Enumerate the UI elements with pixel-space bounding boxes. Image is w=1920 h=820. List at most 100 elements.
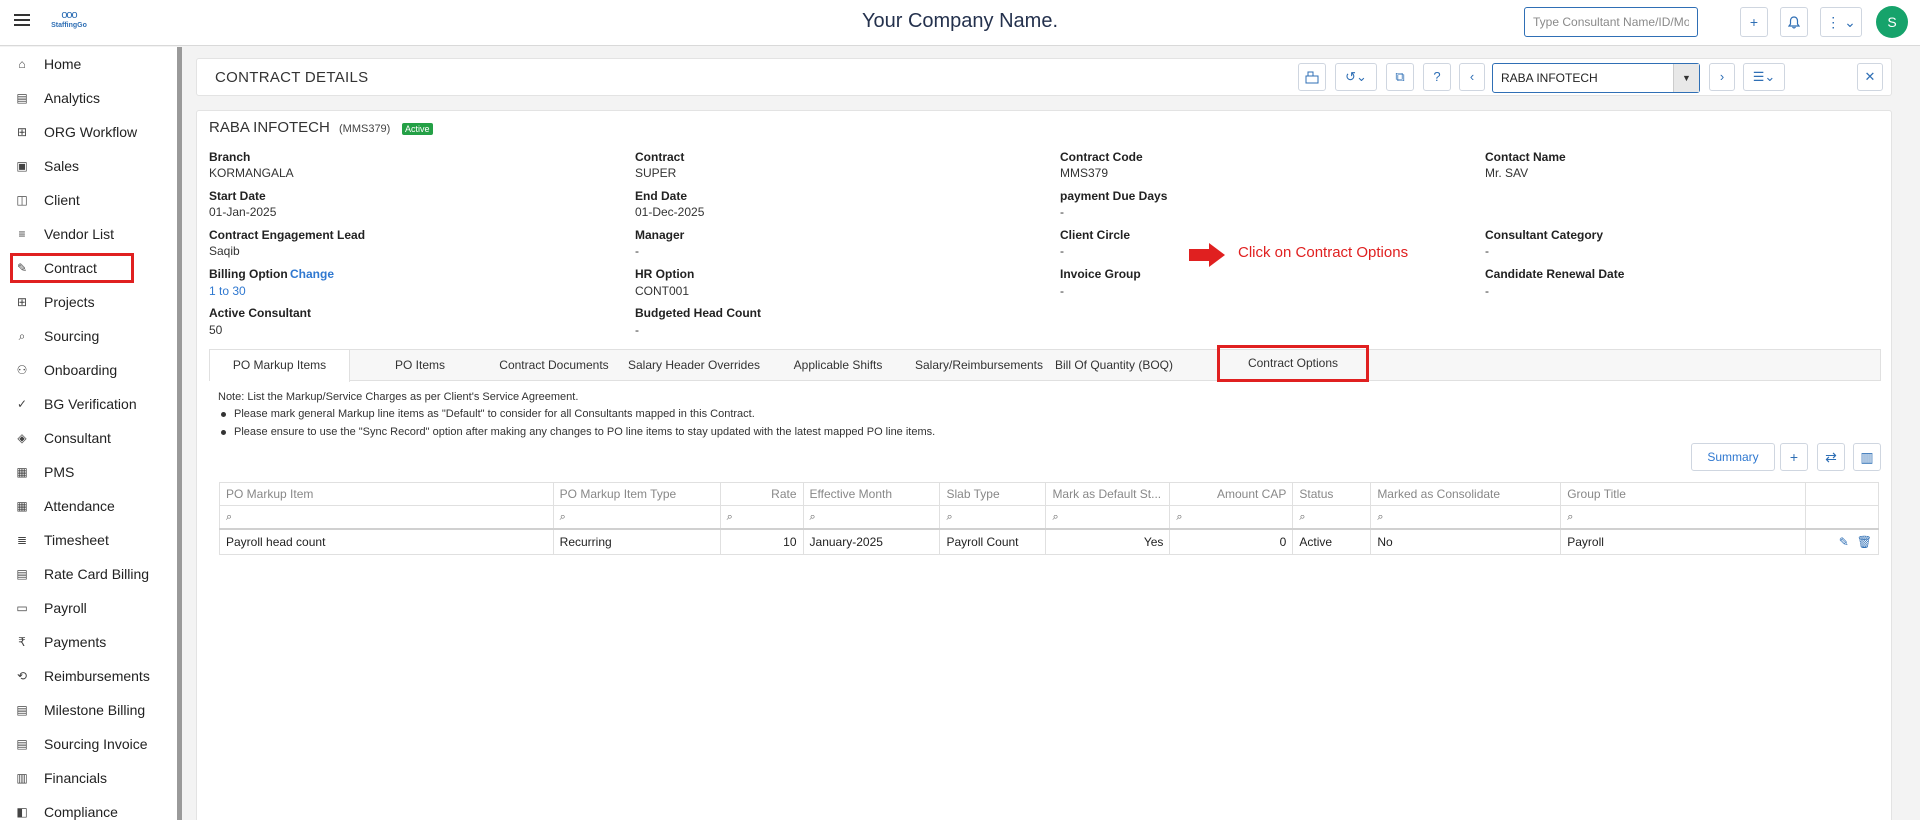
search-icon: ⌕	[726, 511, 733, 524]
sidebar-item-timesheet[interactable]: ≣ Timesheet	[0, 523, 178, 557]
sidebar-item-projects[interactable]: ⊞ Projects	[0, 285, 178, 319]
sidebar-item-bg-verification[interactable]: ✓ BG Verification	[0, 387, 178, 421]
client-icon: ◫	[16, 193, 28, 207]
column-filter-input[interactable]: ⌕	[719, 505, 804, 529]
tab-applicable-shifts[interactable]: Applicable Shifts	[774, 350, 902, 381]
close-icon[interactable]: ✕	[1857, 63, 1883, 91]
client-circle-value: -	[1060, 244, 1064, 258]
tab-po-markup-items[interactable]: PO Markup Items	[210, 350, 350, 382]
column-header[interactable]: Group Title	[1560, 482, 1806, 506]
sidebar-item-reimbursements[interactable]: ⟲ Reimbursements	[0, 659, 178, 693]
consultant-search-input[interactable]	[1524, 7, 1698, 37]
column-filter-input[interactable]: ⌕	[552, 505, 721, 529]
compliance-icon: ◧	[16, 805, 28, 819]
menu-icon[interactable]	[14, 14, 30, 28]
column-filter-input[interactable]: ⌕	[1292, 505, 1372, 529]
tab-contract-options[interactable]: Contract Options	[1217, 345, 1369, 382]
column-header[interactable]: PO Markup Item Type	[552, 482, 721, 506]
contract-code-value: MMS379	[1060, 166, 1109, 180]
home-icon: ⌂	[18, 57, 26, 71]
column-header[interactable]: Effective Month	[802, 482, 941, 506]
sidebar-item-home[interactable]: ⌂ Home	[0, 47, 178, 81]
building-icon[interactable]	[1298, 63, 1326, 91]
column-header[interactable]: Slab Type	[939, 482, 1047, 506]
note-bullet: Please ensure to use the "Sync Record" o…	[221, 426, 935, 438]
column-header[interactable]: Status	[1292, 482, 1372, 506]
history-icon[interactable]: ↺⌄	[1335, 63, 1377, 91]
cell-mark-as-default: Yes	[1045, 527, 1171, 555]
sidebar-item-sales[interactable]: ▣ Sales	[0, 149, 178, 183]
list-view-icon[interactable]: ☰⌄	[1743, 63, 1785, 91]
tab-contract-documents[interactable]: Contract Documents	[492, 350, 616, 381]
column-header[interactable]: Amount CAP	[1169, 482, 1294, 506]
summary-button[interactable]: Summary	[1691, 443, 1775, 471]
sidebar-item-rate-card-billing[interactable]: ▤ Rate Card Billing	[0, 557, 178, 591]
column-header[interactable]: PO Markup Item	[219, 482, 554, 506]
sidebar-item-label: Timesheet	[44, 532, 109, 548]
sidebar-item-sourcing[interactable]: ⌕ Sourcing	[0, 319, 178, 353]
bell-icon[interactable]	[1780, 7, 1808, 37]
tab-po-items[interactable]: PO Items	[350, 350, 490, 381]
page-header: CONTRACT DETAILS ↺⌄ ⧉ ? ‹ RABA INFOTECH …	[196, 58, 1892, 96]
column-header[interactable]: Marked as Consolidate	[1370, 482, 1562, 506]
onboarding-icon: ⚇	[16, 363, 28, 377]
avatar[interactable]: S	[1876, 6, 1908, 38]
more-options-icon[interactable]: ⋮ ⌄	[1820, 7, 1862, 37]
chevron-down-icon[interactable]: ▼	[1673, 64, 1699, 92]
previous-icon[interactable]: ‹	[1459, 63, 1485, 91]
candidate-renewal-date-label: Candidate Renewal Date	[1485, 267, 1625, 281]
sidebar-item-financials[interactable]: ▥ Financials	[0, 761, 178, 795]
tab-bill-of-quantity[interactable]: Bill Of Quantity (BOQ)	[1052, 350, 1176, 381]
sidebar: ⌂ Home ▤ Analytics ⊞ ORG Workflow ▣ Sales ◫ Clien…	[0, 47, 180, 820]
help-icon[interactable]: ?	[1423, 63, 1451, 91]
client-select[interactable]: RABA INFOTECH ▼	[1492, 63, 1700, 93]
note-bullet-text: Please mark general Markup line items as…	[234, 408, 755, 420]
column-filter-input[interactable]: ⌕	[1169, 505, 1294, 529]
hr-option-value: CONT001	[635, 284, 690, 298]
sync-record-icon[interactable]: ⇄	[1817, 443, 1845, 471]
sidebar-item-payroll[interactable]: ▭ Payroll	[0, 591, 178, 625]
sidebar-item-onboarding[interactable]: ⚇ Onboarding	[0, 353, 178, 387]
edit-icon[interactable]: ✎	[1839, 535, 1849, 549]
column-header[interactable]: Mark as Default St...	[1045, 482, 1171, 506]
note-heading: Note: List the Markup/Service Charges as…	[218, 391, 579, 403]
table-row[interactable]: Payroll head count Recurring 10 January-…	[219, 527, 1880, 555]
delete-icon[interactable]: 🗑	[1857, 535, 1872, 549]
sidebar-item-consultant[interactable]: ◈ Consultant	[0, 421, 178, 455]
tab-salary-header-overrides[interactable]: Salary Header Overrides	[624, 350, 764, 381]
sidebar-item-sourcing-invoice[interactable]: ▤ Sourcing Invoice	[0, 727, 178, 761]
column-filter-input[interactable]: ⌕	[219, 505, 554, 529]
column-filter-input[interactable]: ⌕	[802, 505, 941, 529]
change-billing-option-link[interactable]: Change	[290, 267, 334, 281]
columns-icon[interactable]: ▥	[1853, 443, 1881, 471]
sidebar-item-compliance[interactable]: ◧ Compliance	[0, 795, 178, 820]
column-filter-input[interactable]: ⌕	[1370, 505, 1562, 529]
column-filter-input[interactable]: ⌕	[1560, 505, 1806, 529]
start-date-value: 01-Jan-2025	[209, 205, 277, 219]
billing-option-value[interactable]: 1 to 30	[209, 284, 246, 298]
copy-icon[interactable]: ⧉	[1386, 63, 1414, 91]
sidebar-item-analytics[interactable]: ▤ Analytics	[0, 81, 178, 115]
briefcase-icon: ▣	[16, 159, 28, 173]
sidebar-item-payments[interactable]: ₹ Payments	[0, 625, 178, 659]
column-filter-input[interactable]: ⌕	[1045, 505, 1171, 529]
note-bullet: Please mark general Markup line items as…	[221, 408, 755, 420]
next-icon[interactable]: ›	[1709, 63, 1735, 91]
sidebar-item-milestone-billing[interactable]: ▤ Milestone Billing	[0, 693, 178, 727]
add-icon[interactable]: +	[1740, 7, 1768, 37]
logo-rings: ooo	[61, 9, 77, 21]
sidebar-item-client[interactable]: ◫ Client	[0, 183, 178, 217]
sidebar-item-attendance[interactable]: ▦ Attendance	[0, 489, 178, 523]
tab-salary-reimbursements[interactable]: Salary/Reimbursements	[910, 350, 1048, 381]
vendor-list-icon: ≡	[18, 227, 26, 241]
app-logo[interactable]: ooo StaffingGo	[48, 10, 90, 34]
sidebar-item-vendor-list[interactable]: ≡ Vendor List	[0, 217, 178, 251]
add-row-icon[interactable]: +	[1780, 443, 1808, 471]
sidebar-item-org-workflow[interactable]: ⊞ ORG Workflow	[0, 115, 178, 149]
column-header[interactable]: Rate	[719, 482, 804, 506]
column-filter-input[interactable]: ⌕	[939, 505, 1047, 529]
sidebar-item-pms[interactable]: ▦ PMS	[0, 455, 178, 489]
sidebar-item-contract[interactable]: ✎ Contract	[10, 253, 134, 283]
financials-icon: ▥	[16, 771, 28, 785]
contract-details-card: RABA INFOTECH (MMS379) Active Branch KOR…	[196, 110, 1892, 820]
